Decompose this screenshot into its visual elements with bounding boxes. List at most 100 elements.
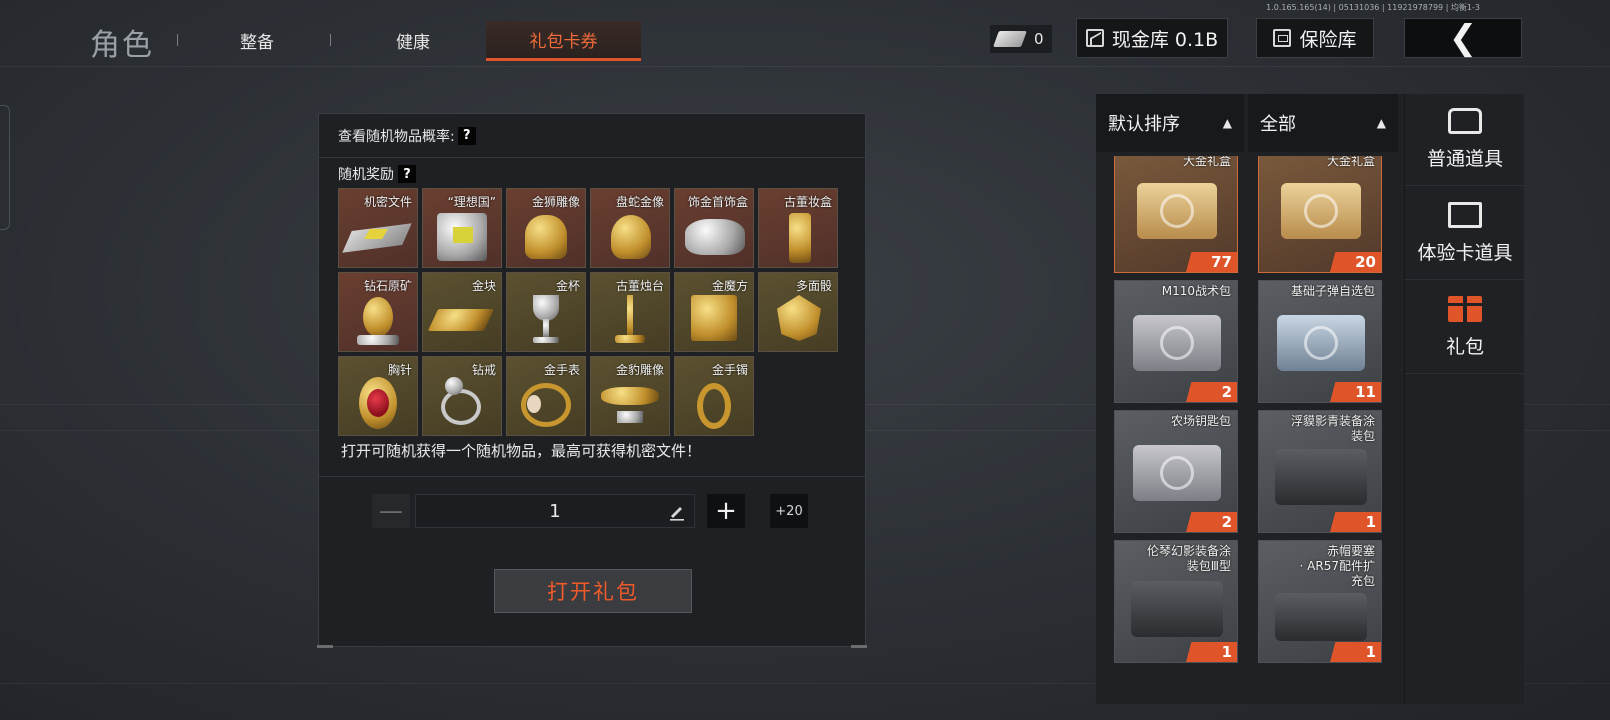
inventory-item[interactable]: 大金礼盒 77 — [1114, 156, 1238, 273]
reward-name: 钻戒 — [471, 363, 496, 377]
inventory-item[interactable]: 基础子弹自选包 11 — [1258, 280, 1382, 403]
category-label: 普通道具 — [1426, 148, 1503, 170]
reward-name: 古董烛台 — [615, 279, 664, 293]
caret-up-icon: ▲ — [1222, 116, 1232, 130]
pencil-icon — [670, 507, 684, 521]
skin-case-icon — [1131, 581, 1223, 637]
jewelry-box-icon — [685, 219, 745, 255]
antique-case-icon — [789, 213, 811, 263]
chest-icon — [1448, 108, 1482, 134]
reward-item[interactable]: 多面骰 — [758, 272, 838, 352]
cup-base — [533, 337, 559, 343]
emblem-icon — [1160, 456, 1194, 490]
item-name: 伦琴幻影装备涂 装包Ⅲ型 — [1146, 544, 1231, 573]
reward-item[interactable]: 金魔方 — [674, 272, 754, 352]
inventory-item[interactable]: M110战术包 2 — [1114, 280, 1238, 403]
category-gift-packs[interactable]: 礼包 — [1405, 282, 1525, 374]
leopard-statue-icon — [601, 387, 659, 405]
parts-case-icon — [1275, 593, 1367, 641]
quantity-input[interactable]: 1 — [415, 494, 695, 528]
emblem-icon — [1160, 194, 1194, 228]
reward-item[interactable]: 金杯 — [506, 272, 586, 352]
tab-separator — [330, 34, 331, 46]
inventory-item[interactable]: 大金礼盒 20 — [1258, 156, 1382, 273]
increase-button[interactable]: + — [707, 494, 745, 528]
ticket-counter: 0 — [990, 25, 1052, 53]
tab-health[interactable]: 健康 — [378, 28, 448, 53]
reward-item[interactable]: “理想国” — [422, 188, 502, 268]
reward-item[interactable]: 饰金首饰盒 — [674, 188, 754, 268]
reward-label: 随机奖励 — [338, 167, 394, 183]
reward-name: “理想国” — [447, 195, 496, 209]
sort-label: 默认排序 — [1108, 114, 1180, 135]
item-count: 2 — [1177, 512, 1237, 532]
inventory-item[interactable]: 伦琴幻影装备涂 装包Ⅲ型 1 — [1114, 540, 1238, 663]
reward-name: 金狮雕像 — [531, 195, 580, 209]
cash-vault-button[interactable]: 现金库 0.1B — [1076, 18, 1228, 58]
reward-item[interactable]: 盘蛇金像 — [590, 188, 670, 268]
inventory-item[interactable]: 浮貘影青装备涂 装包 1 — [1258, 410, 1382, 533]
gift-icon — [1448, 296, 1482, 322]
safe-icon — [1273, 29, 1292, 47]
reward-item[interactable]: 胸针 — [338, 356, 418, 436]
safe-screen — [453, 227, 473, 243]
help-icon[interactable]: ? — [457, 126, 476, 145]
item-count: 1 — [1177, 642, 1237, 662]
version-label: 1.0.165.165(14) | 05131036 | 11921978799… — [1266, 3, 1480, 12]
inventory-item[interactable]: 赤帽要塞 · AR57配件扩 充包 1 — [1258, 540, 1382, 663]
back-button[interactable]: ❮ — [1404, 18, 1522, 58]
lion-statue-icon — [525, 215, 567, 259]
add-20-button[interactable]: +20 — [770, 494, 808, 528]
reward-name: 金手表 — [543, 363, 580, 377]
open-gift-button[interactable]: 打开礼包 — [494, 569, 692, 613]
quantity-value: 1 — [549, 500, 561, 522]
safe-vault-button[interactable]: 保险库 — [1256, 18, 1374, 58]
tab-gift-cards[interactable]: 礼包卡券 — [486, 21, 641, 61]
probability-row[interactable]: 查看随机物品概率: ? — [319, 114, 865, 158]
reward-name: 金豹雕像 — [615, 363, 664, 377]
inventory-panel: 默认排序 ▲ 全部 ▲ 大金礼盒 77 大金礼盒 20 M110战术包 2 基础… — [1096, 94, 1408, 704]
snake-statue-icon — [611, 215, 651, 259]
ticket-count: 0 — [1034, 30, 1044, 48]
reward-name: 金块 — [471, 279, 496, 293]
inventory-item[interactable]: 农场钥匙包 2 — [1114, 410, 1238, 533]
tab-equipment[interactable]: 整备 — [222, 28, 292, 53]
sort-dropdown[interactable]: 默认排序 ▲ — [1096, 94, 1244, 152]
item-count: 11 — [1321, 382, 1381, 402]
cash-vault-label: 现金库 0.1B — [1111, 28, 1219, 51]
reward-item[interactable]: 金豹雕像 — [590, 356, 670, 436]
reward-item[interactable]: 金块 — [422, 272, 502, 352]
reward-item[interactable]: 金手镯 — [674, 356, 754, 436]
emblem-icon — [1304, 194, 1338, 228]
reward-item[interactable]: 金狮雕像 — [506, 188, 586, 268]
reward-item[interactable]: 金手表 — [506, 356, 586, 436]
chevron-left-icon: ❮ — [1448, 18, 1478, 58]
item-name: 赤帽要塞 · AR57配件扩 充包 — [1299, 544, 1375, 588]
inventory-grid: 大金礼盒 77 大金礼盒 20 M110战术包 2 基础子弹自选包 11 农场钥… — [1114, 156, 1390, 692]
diamond-ring-icon — [441, 389, 481, 425]
left-drawer-handle[interactable] — [0, 105, 10, 230]
help-icon[interactable]: ? — [398, 165, 416, 183]
category-label: 礼包 — [1445, 336, 1484, 358]
decrease-button[interactable]: — — [372, 494, 410, 528]
reward-name: 钻石原矿 — [363, 279, 412, 293]
watch-face — [527, 395, 541, 413]
item-name: 农场钥匙包 — [1170, 414, 1231, 428]
statue-base — [617, 411, 643, 423]
ore-stand — [357, 335, 399, 345]
reward-item[interactable]: 古董妆盒 — [758, 188, 838, 268]
item-count: 1 — [1321, 642, 1381, 662]
dice-icon — [777, 295, 821, 341]
filter-dropdown[interactable]: 全部 ▲ — [1248, 94, 1398, 152]
filter-label: 全部 — [1260, 114, 1296, 135]
reward-name: 金魔方 — [711, 279, 748, 293]
reward-name: 盘蛇金像 — [615, 195, 664, 209]
reward-item[interactable]: 钻戒 — [422, 356, 502, 436]
reward-item[interactable]: 钻石原矿 — [338, 272, 418, 352]
category-normal-items[interactable]: 普通道具 — [1405, 94, 1525, 186]
reward-item[interactable]: 机密文件 — [338, 188, 418, 268]
probability-label: 查看随机物品概率: — [338, 128, 455, 145]
page-title: 角色 — [90, 28, 154, 63]
category-trial-cards[interactable]: 体验卡道具 — [1405, 188, 1525, 280]
reward-item[interactable]: 古董烛台 — [590, 272, 670, 352]
